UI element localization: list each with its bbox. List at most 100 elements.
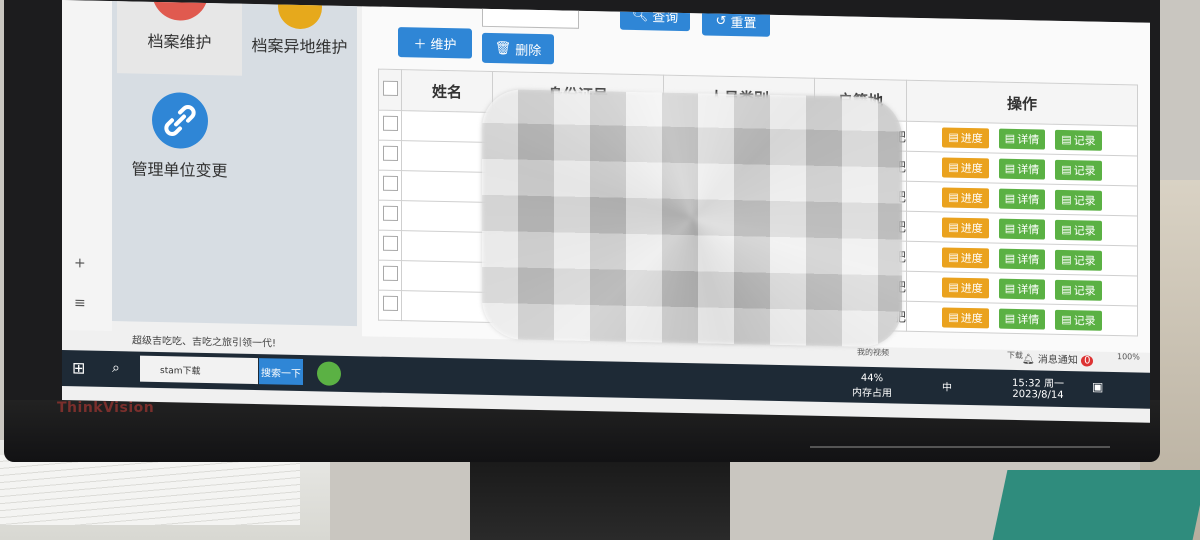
file-icon: ▤ bbox=[948, 250, 959, 264]
sidebar-item-remote-archive[interactable]: 档案异地维护 bbox=[237, 0, 362, 79]
page-gutter: + ≡ bbox=[62, 0, 112, 332]
bell-icon: 🔔︎ bbox=[1022, 354, 1035, 366]
progress-button[interactable]: ▤ 进度 bbox=[942, 276, 989, 298]
file-icon: ▤ bbox=[1061, 312, 1072, 327]
privacy-mosaic bbox=[482, 88, 902, 348]
record-button[interactable]: ▤ 记录 bbox=[1055, 219, 1102, 241]
sidebar-item-unit-change[interactable]: 管理单位变更 bbox=[117, 91, 242, 182]
detail-button[interactable]: ▤ 详情 bbox=[998, 278, 1046, 300]
file-icon: ▤ bbox=[1061, 132, 1072, 147]
taskbar-search-button[interactable]: 搜索一下 bbox=[259, 358, 303, 386]
taskbar-search-input[interactable]: stam下载 bbox=[140, 355, 258, 385]
notification-center[interactable]: 🔔︎ 消息通知 0 bbox=[1022, 350, 1094, 367]
delete-button[interactable]: 🗑︎ 删除 bbox=[482, 32, 554, 65]
row-checkbox[interactable] bbox=[378, 260, 402, 291]
record-button[interactable]: ▤ 记录 bbox=[1055, 249, 1102, 271]
monitor-brand: ThinkVision bbox=[57, 400, 155, 416]
maintain-button[interactable]: ＋维护 bbox=[398, 27, 472, 59]
memory-usage: 44% 内存占用 bbox=[852, 372, 892, 400]
detail-button[interactable]: ▤ 详情 bbox=[998, 128, 1046, 150]
detail-button[interactable]: ▤ 详情 bbox=[998, 248, 1046, 270]
cell-actions: ▤ 进度 ▤ 详情 ▤ 记录 bbox=[906, 121, 1138, 157]
download-link[interactable]: 下载 bbox=[1007, 350, 1023, 361]
file-icon: ▤ bbox=[948, 220, 959, 234]
file-icon: ▤ bbox=[1061, 282, 1072, 297]
file-icon: ▤ bbox=[1061, 252, 1072, 267]
link-icon bbox=[151, 91, 208, 150]
file-icon: ▤ bbox=[1061, 192, 1072, 207]
record-button[interactable]: ▤ 记录 bbox=[1055, 129, 1102, 151]
browser-icon[interactable] bbox=[317, 361, 341, 386]
row-checkbox[interactable] bbox=[378, 170, 402, 201]
file-icon: ▤ bbox=[1004, 221, 1016, 235]
detail-button[interactable]: ▤ 详情 bbox=[998, 158, 1046, 180]
sidebar: 档案维护 档案异地维护 管理单位变更 超级吉吃吃、吉吃之旅引领一代! bbox=[112, 0, 357, 349]
row-checkbox[interactable] bbox=[378, 140, 402, 171]
row-checkbox[interactable] bbox=[378, 230, 402, 261]
progress-button[interactable]: ▤ 进度 bbox=[942, 306, 989, 328]
detail-button[interactable]: ▤ 详情 bbox=[998, 308, 1046, 330]
plus-icon: ＋ bbox=[413, 36, 427, 53]
progress-button[interactable]: ▤ 进度 bbox=[942, 156, 989, 178]
cell-actions: ▤ 进度 ▤ 详情 ▤ 记录 bbox=[906, 301, 1138, 337]
hourglass-icon bbox=[277, 0, 322, 30]
cell-name bbox=[401, 140, 493, 173]
sidebar-item-archive[interactable]: 档案维护 bbox=[117, 0, 242, 76]
cell-actions: ▤ 进度 ▤ 详情 ▤ 记录 bbox=[906, 271, 1138, 307]
record-button[interactable]: ▤ 记录 bbox=[1055, 309, 1102, 331]
detail-button[interactable]: ▤ 详情 bbox=[998, 218, 1046, 240]
ime-indicator[interactable]: 中 bbox=[942, 378, 952, 393]
progress-button[interactable]: ▤ 进度 bbox=[942, 126, 989, 148]
file-icon: ▤ bbox=[1004, 311, 1016, 325]
col-name: 姓名 bbox=[401, 69, 493, 113]
clock[interactable]: 15:32 周一 2023/8/14 bbox=[1012, 374, 1064, 401]
file-icon: ▤ bbox=[1004, 161, 1016, 175]
file-icon: ▤ bbox=[1061, 222, 1072, 237]
footer-note: 超级吉吃吃、吉吃之旅引领一代! bbox=[132, 335, 277, 350]
file-icon: ▤ bbox=[1004, 281, 1016, 295]
record-button[interactable]: ▤ 记录 bbox=[1055, 279, 1102, 301]
file-icon: ▤ bbox=[948, 130, 959, 144]
sidebar-item-label: 档案维护 bbox=[147, 31, 212, 53]
row-checkbox[interactable] bbox=[378, 110, 402, 141]
select-all-checkbox[interactable] bbox=[378, 69, 402, 111]
file-icon: ▤ bbox=[948, 190, 959, 204]
cell-name bbox=[401, 290, 493, 323]
refresh-icon: ↺ bbox=[715, 13, 727, 29]
plus-icon[interactable]: + bbox=[74, 255, 86, 271]
file-icon: ▤ bbox=[948, 160, 959, 174]
cell-actions: ▤ 进度 ▤ 详情 ▤ 记录 bbox=[906, 211, 1138, 247]
progress-button[interactable]: ▤ 进度 bbox=[942, 246, 989, 268]
file-icon: ▤ bbox=[948, 310, 959, 324]
sidebar-item-label: 档案异地维护 bbox=[251, 35, 348, 57]
monitor-stand bbox=[470, 460, 730, 540]
row-checkbox[interactable] bbox=[378, 200, 402, 231]
teal-tray bbox=[992, 470, 1200, 540]
cell-name bbox=[401, 260, 493, 293]
windows-start-icon[interactable]: ⊞ bbox=[72, 358, 85, 377]
cell-actions: ▤ 进度 ▤ 详情 ▤ 记录 bbox=[906, 181, 1138, 217]
cell-name bbox=[401, 230, 493, 263]
cell-actions: ▤ 进度 ▤ 详情 ▤ 记录 bbox=[906, 151, 1138, 187]
record-button[interactable]: ▤ 记录 bbox=[1055, 189, 1102, 211]
cell-name bbox=[401, 170, 493, 203]
notification-icon[interactable]: ▣ bbox=[1092, 380, 1103, 394]
papers bbox=[0, 455, 300, 525]
archive-icon bbox=[151, 0, 208, 22]
row-checkbox[interactable] bbox=[378, 290, 402, 321]
progress-button[interactable]: ▤ 进度 bbox=[942, 186, 989, 208]
cell-actions: ▤ 进度 ▤ 详情 ▤ 记录 bbox=[906, 241, 1138, 277]
file-icon: ▤ bbox=[1004, 191, 1016, 205]
file-icon: ▤ bbox=[1004, 131, 1016, 145]
file-icon: ▤ bbox=[948, 280, 959, 294]
search-icon[interactable]: ⌕ bbox=[112, 360, 120, 376]
zoom-level[interactable]: 100% bbox=[1117, 352, 1140, 361]
detail-button[interactable]: ▤ 详情 bbox=[998, 188, 1046, 210]
progress-button[interactable]: ▤ 进度 bbox=[942, 216, 989, 238]
record-button[interactable]: ▤ 记录 bbox=[1055, 159, 1102, 181]
list-icon[interactable]: ≡ bbox=[74, 295, 86, 311]
video-link[interactable]: 我的视频 bbox=[857, 347, 889, 359]
file-icon: ▤ bbox=[1061, 162, 1072, 177]
col-actions: 操作 bbox=[906, 80, 1138, 127]
notification-count: 0 bbox=[1081, 355, 1094, 367]
